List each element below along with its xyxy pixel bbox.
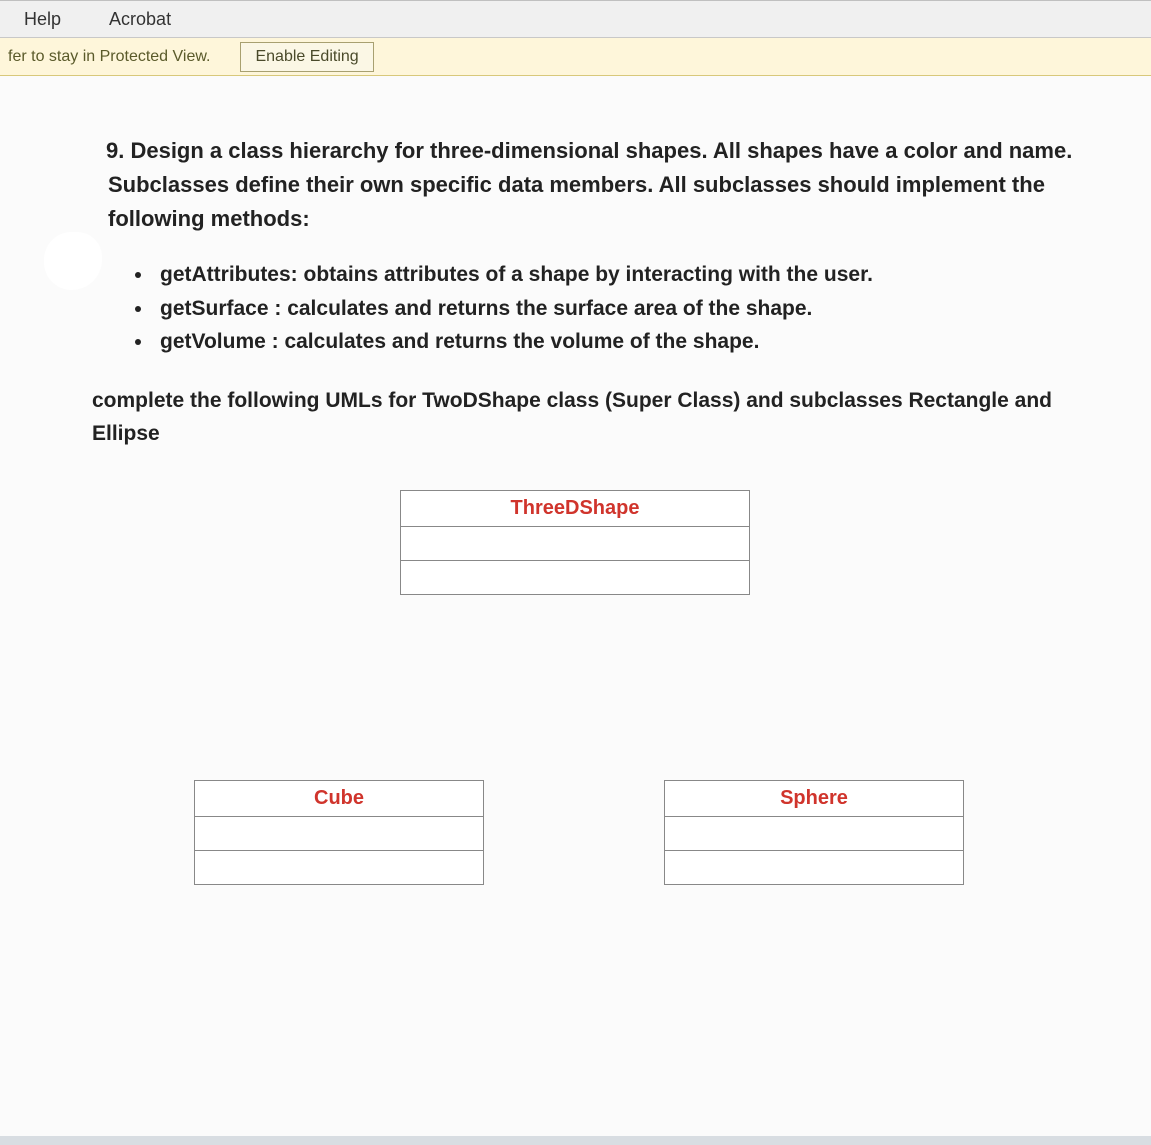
instruction-text: complete the following UMLs for TwoDShap…	[92, 385, 1107, 450]
uml-title: ThreeDShape	[401, 491, 750, 527]
tab-acrobat[interactable]: Acrobat	[95, 3, 185, 36]
uml-title: Sphere	[665, 781, 964, 817]
method-bullet-list: getAttributes: obtains attributes of a s…	[154, 258, 1107, 359]
uml-attributes-row	[665, 817, 964, 851]
uml-box-cube: Cube	[194, 780, 484, 885]
protected-view-message: fer to stay in Protected View.	[8, 48, 210, 66]
avatar-blob-icon	[44, 232, 102, 290]
list-item: getSurface : calculates and returns the …	[154, 292, 1107, 326]
protected-view-bar: fer to stay in Protected View. Enable Ed…	[0, 38, 1151, 76]
list-item: getVolume : calculates and returns the v…	[154, 325, 1107, 359]
enable-editing-button[interactable]: Enable Editing	[240, 42, 373, 72]
uml-title: Cube	[195, 781, 484, 817]
ribbon-tabs: Help Acrobat	[0, 0, 1151, 38]
uml-diagram-area: ThreeDShape Cube Sphere	[44, 490, 1107, 1050]
uml-attributes-row	[195, 817, 484, 851]
uml-methods-row	[665, 851, 964, 885]
tab-help[interactable]: Help	[10, 3, 75, 36]
document-page: 9. Design a class hierarchy for three-di…	[0, 76, 1151, 1136]
uml-methods-row	[401, 561, 750, 595]
uml-attributes-row	[401, 527, 750, 561]
question-text: 9. Design a class hierarchy for three-di…	[44, 134, 1107, 236]
uml-box-sphere: Sphere	[664, 780, 964, 885]
uml-box-threedshape: ThreeDShape	[400, 490, 750, 595]
list-item: getAttributes: obtains attributes of a s…	[154, 258, 1107, 292]
uml-methods-row	[195, 851, 484, 885]
